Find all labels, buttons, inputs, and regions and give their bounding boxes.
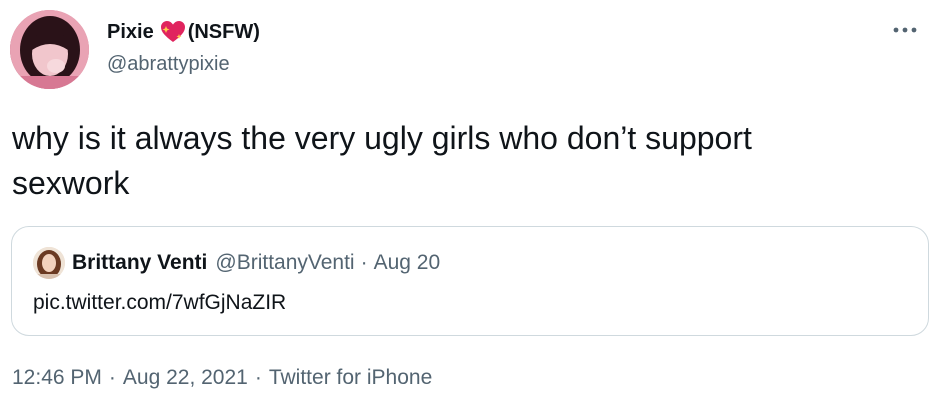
- tweet-text: why is it always the very ugly girls who…: [12, 120, 752, 201]
- heart-sparkle-icon: [160, 20, 186, 44]
- author-handle[interactable]: @abrattypixie: [107, 50, 260, 78]
- tweet-meta: 12:46 PM · Aug 22, 2021 · Twitter for iP…: [12, 364, 432, 392]
- tweet-card: Pixie (NSFW) @abrattypixie why is it alw…: [0, 0, 934, 414]
- tweet-source[interactable]: Twitter for iPhone: [269, 364, 432, 392]
- meta-separator: ·: [254, 366, 262, 389]
- author-names: Pixie (NSFW) @abrattypixie: [107, 18, 260, 78]
- quoted-separator: ·: [360, 251, 368, 274]
- tweet-time[interactable]: 12:46 PM: [12, 364, 102, 392]
- author-avatar[interactable]: [10, 10, 89, 89]
- quoted-header: Brittany Venti @BrittanyVenti · Aug 20: [72, 249, 440, 277]
- meta-separator: ·: [108, 366, 116, 389]
- quoted-author-name[interactable]: Brittany Venti: [72, 249, 207, 277]
- quoted-media-link[interactable]: pic.twitter.com/7wfGjNaZIR: [33, 289, 286, 317]
- more-dots-icon[interactable]: [890, 20, 920, 40]
- quoted-date[interactable]: Aug 20: [374, 249, 441, 277]
- tweet-date[interactable]: Aug 22, 2021: [123, 364, 248, 392]
- quoted-author-avatar[interactable]: [33, 247, 65, 279]
- quoted-tweet[interactable]: Brittany Venti @BrittanyVenti · Aug 20 p…: [11, 226, 929, 336]
- quoted-author-handle[interactable]: @BrittanyVenti: [215, 249, 354, 277]
- author-name-suffix: (NSFW): [187, 21, 260, 43]
- author-name-text: Pixie: [107, 21, 154, 43]
- author-display-name[interactable]: Pixie (NSFW): [107, 18, 260, 46]
